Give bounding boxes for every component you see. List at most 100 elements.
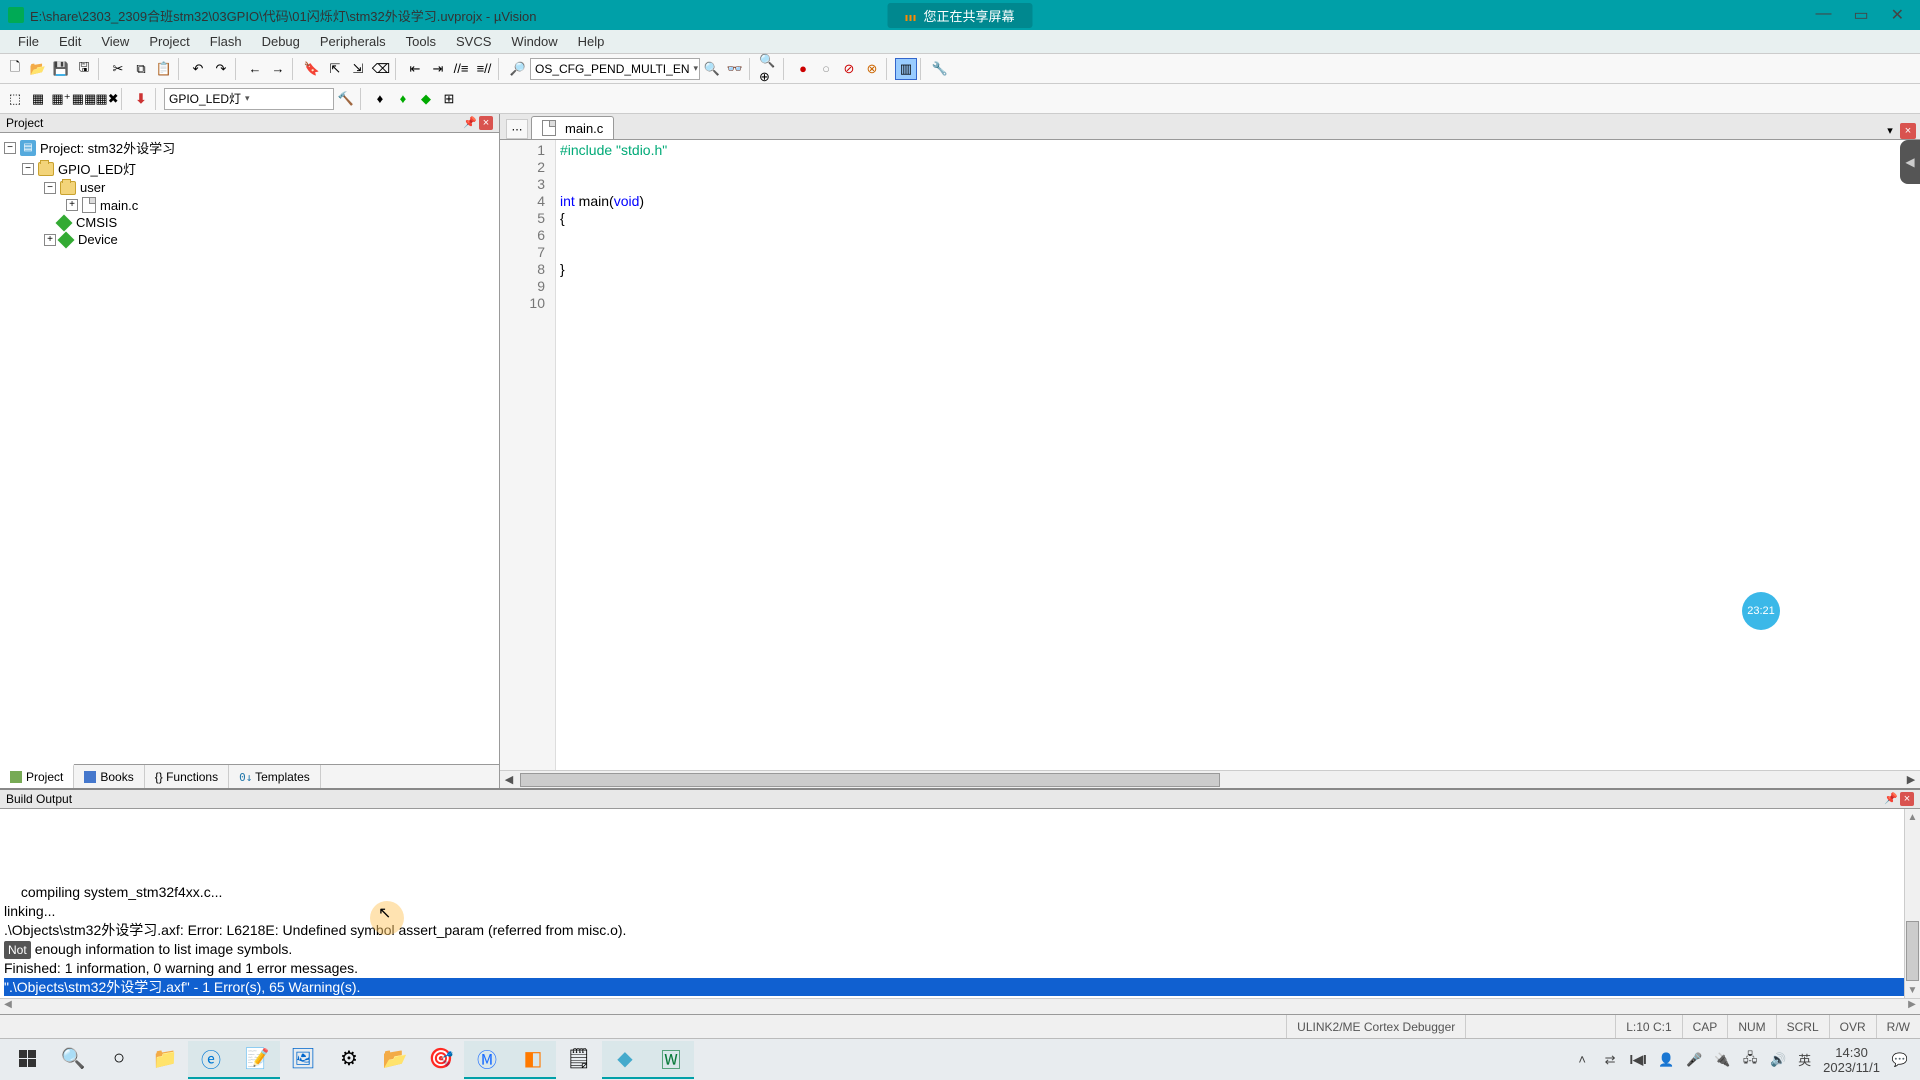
window-layout-icon[interactable]: ▥	[895, 58, 917, 80]
tray-notifications-icon[interactable]: 💬	[1892, 1052, 1908, 1068]
rebuild-icon[interactable]: ▦⁺	[50, 88, 72, 110]
app-orange-button[interactable]: ◧	[510, 1041, 556, 1079]
pack-installer-icon[interactable]: ⊞	[438, 88, 460, 110]
menu-help[interactable]: Help	[568, 31, 615, 52]
panel-pin-icon[interactable]: 📌	[1884, 792, 1898, 806]
find-combo[interactable]: OS_CFG_PEND_MULTI_EN▾	[530, 58, 700, 80]
menu-window[interactable]: Window	[501, 31, 567, 52]
uncomment-icon[interactable]: ≡//	[473, 58, 495, 80]
tray-network-icon[interactable]: 🖧	[1742, 1052, 1758, 1068]
tab-books[interactable]: Books	[74, 765, 144, 788]
file-explorer-button[interactable]: 📁	[142, 1041, 188, 1079]
tray-app1-icon[interactable]: ⇄	[1602, 1052, 1618, 1068]
tab-functions[interactable]: {} Functions	[145, 765, 229, 788]
undo-icon[interactable]: ↶	[187, 58, 209, 80]
close-button[interactable]: ✕	[1891, 5, 1904, 25]
menu-tools[interactable]: Tools	[396, 31, 446, 52]
sticky-notes-button[interactable]: 🗒	[556, 1041, 602, 1079]
bookmark-clear-icon[interactable]: ⌫	[370, 58, 392, 80]
select-packs-icon[interactable]: ◆	[415, 88, 437, 110]
maximize-button[interactable]: ▭	[1853, 5, 1868, 25]
indent-right-icon[interactable]: ⇥	[427, 58, 449, 80]
tray-volume-icon[interactable]: 🔊	[1770, 1052, 1786, 1068]
save-icon[interactable]: 💾	[50, 58, 72, 80]
app-diamond-button[interactable]: ◆	[602, 1041, 648, 1079]
editor-tab-main-c[interactable]: main.c	[531, 116, 614, 139]
project-tree[interactable]: − ▤ Project: stm32外设学习 − GPIO_LED灯 − use…	[0, 133, 499, 764]
save-all-icon[interactable]: 🖫	[73, 58, 95, 80]
open-file-icon[interactable]: 📂	[27, 58, 49, 80]
toggle-icon[interactable]: −	[22, 163, 34, 175]
find-icon[interactable]: 🔍	[701, 58, 723, 80]
bookmark-toggle-icon[interactable]: 🔖	[301, 58, 323, 80]
paste-icon[interactable]: 📋	[153, 58, 175, 80]
tab-dropdown-icon[interactable]: ▾	[1882, 123, 1898, 139]
tray-overflow-icon[interactable]: ˄	[1574, 1052, 1590, 1068]
nav-back-icon[interactable]: ←	[244, 58, 266, 80]
tab-list-icon[interactable]: ⋯	[506, 119, 528, 139]
manage-rtx-icon[interactable]: ♦	[392, 88, 414, 110]
scroll-left-icon[interactable]: ◀	[500, 773, 518, 786]
notepad-button[interactable]: 📝	[234, 1041, 280, 1079]
panel-close-icon[interactable]: ×	[1900, 792, 1914, 806]
scroll-right-icon[interactable]: ▶	[1902, 773, 1920, 786]
search-button[interactable]: 🔍	[50, 1041, 96, 1079]
redo-icon[interactable]: ↷	[210, 58, 232, 80]
folder-button[interactable]: 📂	[372, 1041, 418, 1079]
menu-project[interactable]: Project	[139, 31, 199, 52]
target-select[interactable]: GPIO_LED灯▾	[164, 88, 334, 110]
tray-mic-icon[interactable]: 🎤	[1686, 1052, 1702, 1068]
build-output-text[interactable]: ▲▼ ↖ compiling system_stm32f4xx.c... lin…	[0, 809, 1920, 998]
editor-hscrollbar[interactable]: ◀ ▶	[500, 770, 1920, 788]
group-cmsis[interactable]: CMSIS	[4, 214, 495, 231]
wps-button[interactable]: 🅆	[648, 1041, 694, 1079]
indent-left-icon[interactable]: ⇤	[404, 58, 426, 80]
tray-usb-icon[interactable]: 🔌	[1714, 1052, 1730, 1068]
tab-templates[interactable]: 0↓Templates	[229, 765, 321, 788]
target-options-icon[interactable]: 🔨	[335, 88, 357, 110]
tray-clock[interactable]: 14:30 2023/11/1	[1823, 1045, 1880, 1075]
translate-icon[interactable]: ⬚	[4, 88, 26, 110]
meeting-app-button[interactable]: Ⓜ	[464, 1041, 510, 1079]
incremental-find-icon[interactable]: 👓	[724, 58, 746, 80]
code-editor[interactable]: 12345678910 #include "stdio.h" int main(…	[500, 140, 1920, 770]
manage-components-icon[interactable]: ♦	[369, 88, 391, 110]
breakpoint-enable-icon[interactable]: ○	[815, 58, 837, 80]
start-button[interactable]	[4, 1041, 50, 1079]
screen-share-banner[interactable]: 您正在共享屏幕	[887, 3, 1032, 28]
code-lines[interactable]: #include "stdio.h" int main(void){ }	[556, 140, 1920, 770]
photos-button[interactable]: 🖼	[280, 1041, 326, 1079]
build-hscrollbar[interactable]: ◀▶	[0, 998, 1920, 1014]
collapse-right-handle[interactable]: ◀	[1900, 140, 1920, 184]
menu-peripherals[interactable]: Peripherals	[310, 31, 396, 52]
tray-person-icon[interactable]: 👤	[1658, 1052, 1674, 1068]
tab-close-icon[interactable]: ×	[1900, 123, 1916, 139]
toggle-icon[interactable]: −	[44, 182, 56, 194]
task-view-button[interactable]: ○	[96, 1041, 142, 1079]
toggle-icon[interactable]: +	[66, 199, 78, 211]
menu-view[interactable]: View	[91, 31, 139, 52]
build-icon[interactable]: ▦	[27, 88, 49, 110]
breakpoint-disable-icon[interactable]: ⊘	[838, 58, 860, 80]
debug-icon[interactable]: 🔍⊕	[758, 58, 780, 80]
new-file-icon[interactable]: 🗋	[4, 58, 26, 80]
group-device[interactable]: + Device	[4, 231, 495, 248]
build-vscrollbar[interactable]: ▲▼	[1904, 809, 1920, 998]
nav-fwd-icon[interactable]: →	[267, 58, 289, 80]
tab-project[interactable]: Project	[0, 764, 74, 788]
bookmark-prev-icon[interactable]: ⇱	[324, 58, 346, 80]
project-root[interactable]: − ▤ Project: stm32外设学习	[4, 137, 495, 158]
batch-build-icon[interactable]: ▦▦	[73, 88, 95, 110]
menu-debug[interactable]: Debug	[252, 31, 310, 52]
configure-icon[interactable]: 🔧	[929, 58, 951, 80]
copy-icon[interactable]: ⧉	[130, 58, 152, 80]
panel-pin-icon[interactable]: 📌	[463, 116, 477, 130]
menu-flash[interactable]: Flash	[200, 31, 252, 52]
find-in-files-icon[interactable]: 🔎	[507, 58, 529, 80]
minimize-button[interactable]: —	[1815, 5, 1831, 25]
file-main-c[interactable]: + main.c	[4, 196, 495, 214]
scroll-thumb[interactable]	[520, 773, 1220, 787]
edge-browser-button[interactable]: ⓔ	[188, 1041, 234, 1079]
toggle-icon[interactable]: +	[44, 234, 56, 246]
toggle-icon[interactable]: −	[4, 142, 16, 154]
